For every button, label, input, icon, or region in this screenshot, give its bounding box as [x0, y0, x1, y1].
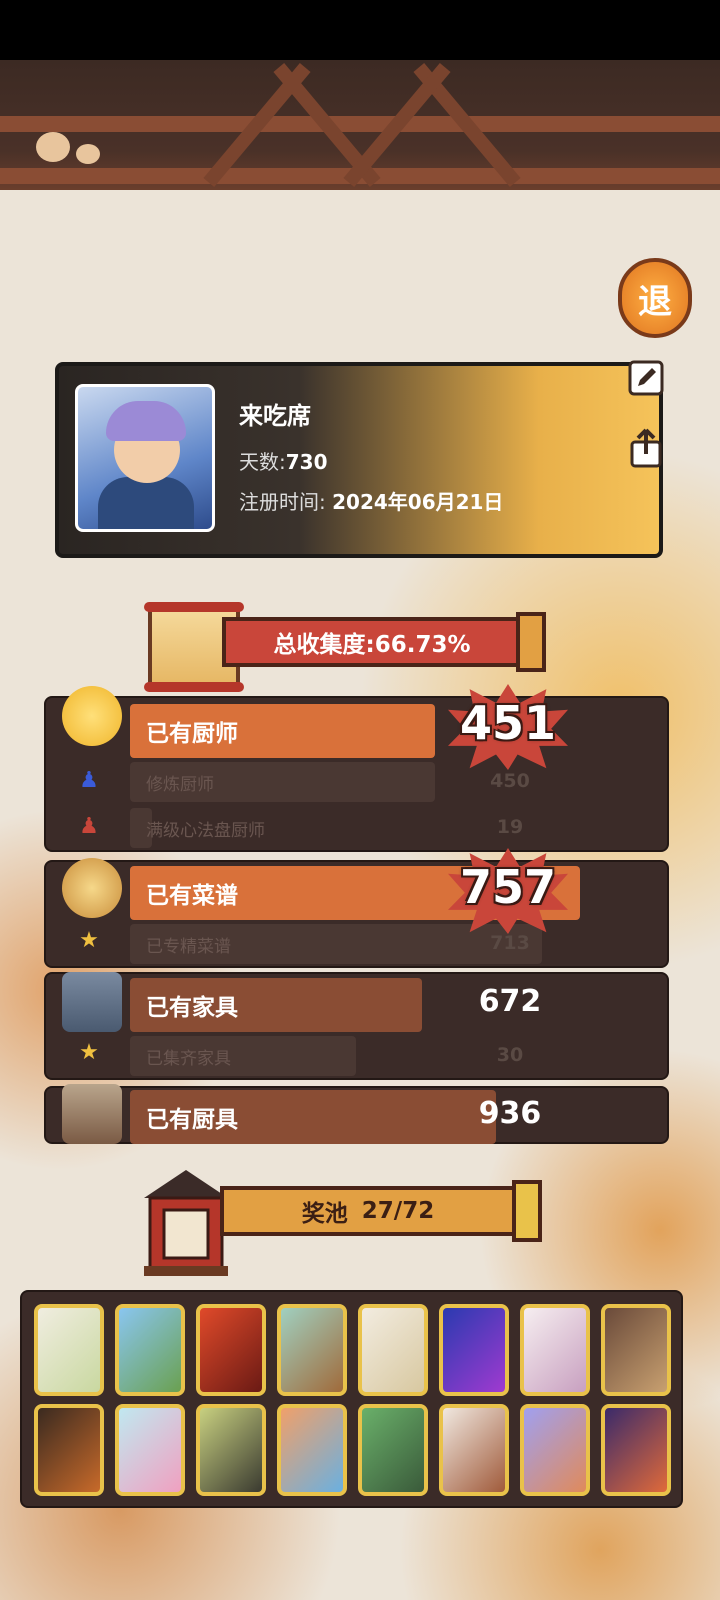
mastered-recipes-value: 713 [490, 932, 530, 954]
prize-card[interactable] [601, 1304, 671, 1396]
red-figure-icon: ♟ [79, 814, 99, 839]
furniture-icon [62, 972, 122, 1032]
utensils-row[interactable]: 已有厨具 [130, 1090, 496, 1144]
prize-card[interactable] [34, 1404, 104, 1496]
max-level-chefs-row[interactable]: 满级心法盘厨师 [130, 808, 450, 848]
prize-card[interactable] [115, 1404, 185, 1496]
prize-pool-count: 27/72 [361, 1198, 435, 1224]
exit-icon: 退 [638, 281, 672, 322]
blue-figure-icon: ♟ [79, 768, 99, 793]
chefs-panel: 已有厨师 修炼厨师 满级心法盘厨师 450 19 [44, 696, 669, 852]
share-icon[interactable] [626, 426, 666, 468]
profile-card: 来吃席 天数:730 注册时间: 2024年06月21日 [55, 362, 663, 558]
utensils-panel: 已有厨具 936 [44, 1086, 669, 1144]
prize-card[interactable] [277, 1404, 347, 1496]
utensil-icon [62, 1084, 122, 1144]
register-line: 注册时间: 2024年06月21日 [239, 490, 504, 514]
max-level-chefs-value: 19 [496, 816, 524, 838]
exit-button[interactable]: 退 [618, 258, 692, 338]
furniture-panel: 已有家具 672 已集齐家具 30 [44, 972, 669, 1080]
prize-card[interactable] [601, 1404, 671, 1496]
chefs-row[interactable]: 已有厨师 [130, 704, 435, 758]
prize-card[interactable] [358, 1304, 428, 1396]
pudding-icon [62, 858, 122, 918]
total-collection-banner: 总收集度:66.73% [222, 617, 522, 667]
prize-card[interactable] [520, 1304, 590, 1396]
roof-decoration [0, 60, 720, 190]
recipes-value: 757 [459, 860, 557, 914]
cultivated-chefs-value: 450 [490, 770, 530, 792]
furniture-row[interactable]: 已有家具 [130, 978, 422, 1032]
prize-pool-banner[interactable]: 奖池 27/72 [220, 1186, 516, 1236]
cultivated-chefs-row[interactable]: 修炼厨师 [130, 762, 435, 802]
prize-card[interactable] [520, 1404, 590, 1496]
edit-icon[interactable] [626, 358, 666, 398]
player-name: 来吃席 [239, 402, 311, 430]
utensils-value: 936 [478, 1096, 542, 1131]
status-bar [0, 0, 720, 60]
recipes-panel: 已有菜谱 已专精菜谱 713 [44, 860, 669, 968]
complete-furniture-value: 30 [496, 1044, 524, 1066]
prize-card[interactable] [196, 1304, 266, 1396]
prize-card[interactable] [196, 1404, 266, 1496]
gift-house-icon [140, 1168, 232, 1278]
complete-furniture-row[interactable]: 已集齐家具 [130, 1036, 356, 1076]
avatar[interactable] [75, 384, 215, 532]
banner-tail [512, 1180, 542, 1242]
banner-tail [516, 612, 546, 672]
prize-card[interactable] [277, 1304, 347, 1396]
prize-card[interactable] [358, 1404, 428, 1496]
prize-card[interactable] [439, 1404, 509, 1496]
days-line: 天数:730 [239, 450, 328, 474]
prize-card[interactable] [34, 1304, 104, 1396]
chefs-value: 451 [459, 696, 557, 750]
prize-card[interactable] [115, 1304, 185, 1396]
chef-icon [62, 686, 122, 746]
prize-pool-label: 奖池 [301, 1201, 348, 1227]
prize-pool-panel [20, 1290, 683, 1508]
star-icon: ★ [79, 1040, 99, 1065]
star-icon: ★ [79, 928, 99, 953]
prize-card[interactable] [439, 1304, 509, 1396]
furniture-value: 672 [478, 984, 542, 1019]
